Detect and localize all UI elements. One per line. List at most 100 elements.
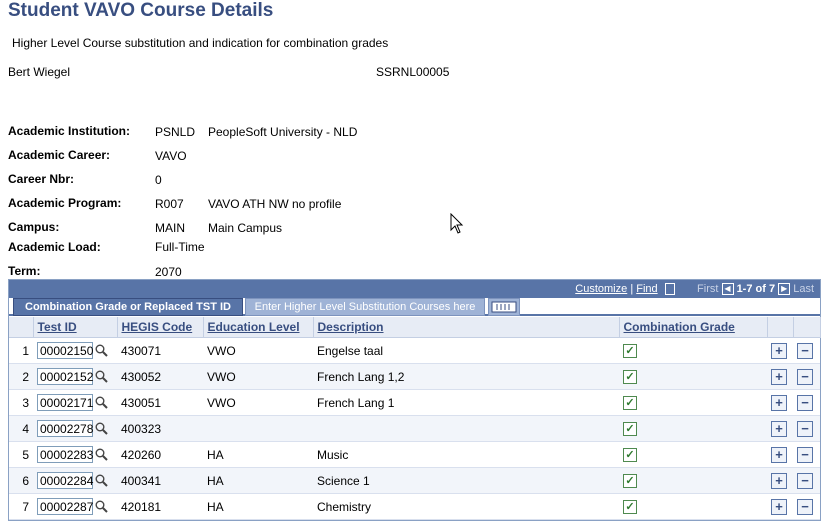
combination-grade-cell: ✓ (619, 363, 767, 390)
page-title: Student VAVO Course Details (8, 0, 274, 21)
test-id-input[interactable]: 00002287 (37, 498, 93, 515)
hegis-code-cell: 430071 (117, 337, 203, 364)
delete-row-button[interactable]: − (797, 472, 813, 489)
field-label-term: Term: (8, 264, 41, 278)
test-id-input[interactable]: 00002278 (37, 420, 93, 437)
test-id-input[interactable]: 00002152 (37, 368, 93, 385)
hegis-code-cell: 420260 (117, 441, 203, 468)
description-cell: Science 1 (313, 467, 619, 494)
delete-row-button[interactable]: − (797, 342, 813, 359)
grid-header-row: Test ID HEGIS Code Education Level Descr… (9, 317, 821, 338)
header-test-id[interactable]: Test ID (33, 317, 118, 338)
delete-cell: − (793, 441, 820, 468)
lookup-icon[interactable] (95, 474, 108, 487)
delete-cell: − (793, 389, 820, 416)
add-cell: + (767, 493, 793, 520)
header-education-level[interactable]: Education Level (203, 317, 314, 338)
lookup-icon[interactable] (95, 500, 108, 513)
row-number: 6 (9, 467, 33, 494)
field-code-program: R007 (155, 197, 184, 211)
customize-link[interactable]: Customize (575, 283, 627, 295)
description-cell: Music (313, 441, 619, 468)
field-label-load: Academic Load: (8, 240, 101, 254)
combination-grade-checkbox[interactable]: ✓ (623, 343, 637, 358)
lookup-icon[interactable] (95, 344, 108, 357)
header-combination-grade[interactable]: Combination Grade (619, 317, 768, 338)
combination-grade-checkbox[interactable]: ✓ (623, 369, 637, 384)
field-desc-program: VAVO ATH NW no profile (208, 197, 342, 211)
description-cell: Engelse taal (313, 337, 619, 364)
add-row-button[interactable]: + (771, 446, 787, 463)
prev-arrow-icon[interactable]: ◀ (721, 283, 734, 296)
delete-cell: − (793, 415, 820, 442)
add-row-button[interactable]: + (771, 342, 787, 359)
find-link[interactable]: Find (636, 283, 657, 295)
table-row: 2 00002152 430052 VWO French Lang 1,2 ✓ + − (9, 363, 820, 390)
add-row-button[interactable]: + (771, 368, 787, 385)
test-id-cell: 00002287 (33, 493, 117, 520)
row-number: 1 (9, 337, 33, 364)
combination-grade-cell: ✓ (619, 337, 767, 364)
field-label-career: Academic Career: (8, 148, 111, 162)
description-cell (313, 415, 619, 442)
download-icon[interactable] (664, 283, 675, 296)
test-id-input[interactable]: 00002283 (37, 446, 93, 463)
add-cell: + (767, 337, 793, 364)
header-description[interactable]: Description (313, 317, 620, 338)
test-id-input[interactable]: 00002171 (37, 394, 93, 411)
row-number: 3 (9, 389, 33, 416)
course-grid: Test ID HEGIS Code Education Level Descr… (9, 317, 821, 520)
next-arrow-icon[interactable]: ▶ (778, 283, 791, 296)
delete-cell: − (793, 363, 820, 390)
student-id: SSRNL00005 (376, 65, 450, 79)
delete-row-button[interactable]: − (797, 368, 813, 385)
education-level-cell: VWO (203, 363, 313, 390)
add-row-button[interactable]: + (771, 420, 787, 437)
delete-cell: − (793, 467, 820, 494)
hegis-code-cell: 430052 (117, 363, 203, 390)
combination-grade-checkbox[interactable]: ✓ (623, 447, 637, 462)
tab-combination-grade[interactable]: Combination Grade or Replaced TST ID (13, 298, 243, 316)
education-level-cell: VWO (203, 389, 313, 416)
lookup-icon[interactable] (95, 396, 108, 409)
test-id-input[interactable]: 00002150 (37, 342, 93, 359)
combination-grade-checkbox[interactable]: ✓ (623, 473, 637, 488)
grid-nav-bar: Customize | Find First ◀ 1-7 of 7 ▶ Last (9, 280, 820, 298)
add-row-button[interactable]: + (771, 498, 787, 515)
add-row-button[interactable]: + (771, 472, 787, 489)
add-row-button[interactable]: + (771, 394, 787, 411)
show-all-columns-icon[interactable] (488, 298, 520, 316)
education-level-cell: HA (203, 441, 313, 468)
description-cell: French Lang 1,2 (313, 363, 619, 390)
test-id-cell: 00002284 (33, 467, 117, 494)
table-row: 4 00002278 400323 ✓ + − (9, 415, 820, 442)
table-row: 5 00002283 420260 HA Music ✓ + − (9, 441, 820, 468)
lookup-icon[interactable] (95, 370, 108, 383)
combination-grade-cell: ✓ (619, 441, 767, 468)
combination-grade-checkbox[interactable]: ✓ (623, 499, 637, 514)
combination-grade-checkbox[interactable]: ✓ (623, 421, 637, 436)
add-cell: + (767, 415, 793, 442)
delete-row-button[interactable]: − (797, 394, 813, 411)
tab-higher-level-substitution[interactable]: Enter Higher Level Substitution Courses … (245, 298, 485, 316)
lookup-icon[interactable] (95, 448, 108, 461)
table-row: 3 00002171 430051 VWO French Lang 1 ✓ + − (9, 389, 820, 416)
lookup-icon[interactable] (95, 422, 108, 435)
header-hegis-code[interactable]: HEGIS Code (117, 317, 204, 338)
mouse-cursor-icon (450, 213, 464, 234)
row-number: 5 (9, 441, 33, 468)
add-cell: + (767, 363, 793, 390)
delete-row-button[interactable]: − (797, 446, 813, 463)
test-id-input[interactable]: 00002284 (37, 472, 93, 489)
combination-grade-checkbox[interactable]: ✓ (623, 395, 637, 410)
delete-row-button[interactable]: − (797, 420, 813, 437)
education-level-cell: VWO (203, 337, 313, 364)
delete-row-button[interactable]: − (797, 498, 813, 515)
row-number: 2 (9, 363, 33, 390)
field-label-institution: Academic Institution: (8, 124, 131, 138)
education-level-cell (203, 415, 313, 442)
combination-grade-cell: ✓ (619, 467, 767, 494)
header-rownum (9, 317, 34, 338)
hegis-code-cell: 400323 (117, 415, 203, 442)
last-label: Last (793, 283, 814, 295)
